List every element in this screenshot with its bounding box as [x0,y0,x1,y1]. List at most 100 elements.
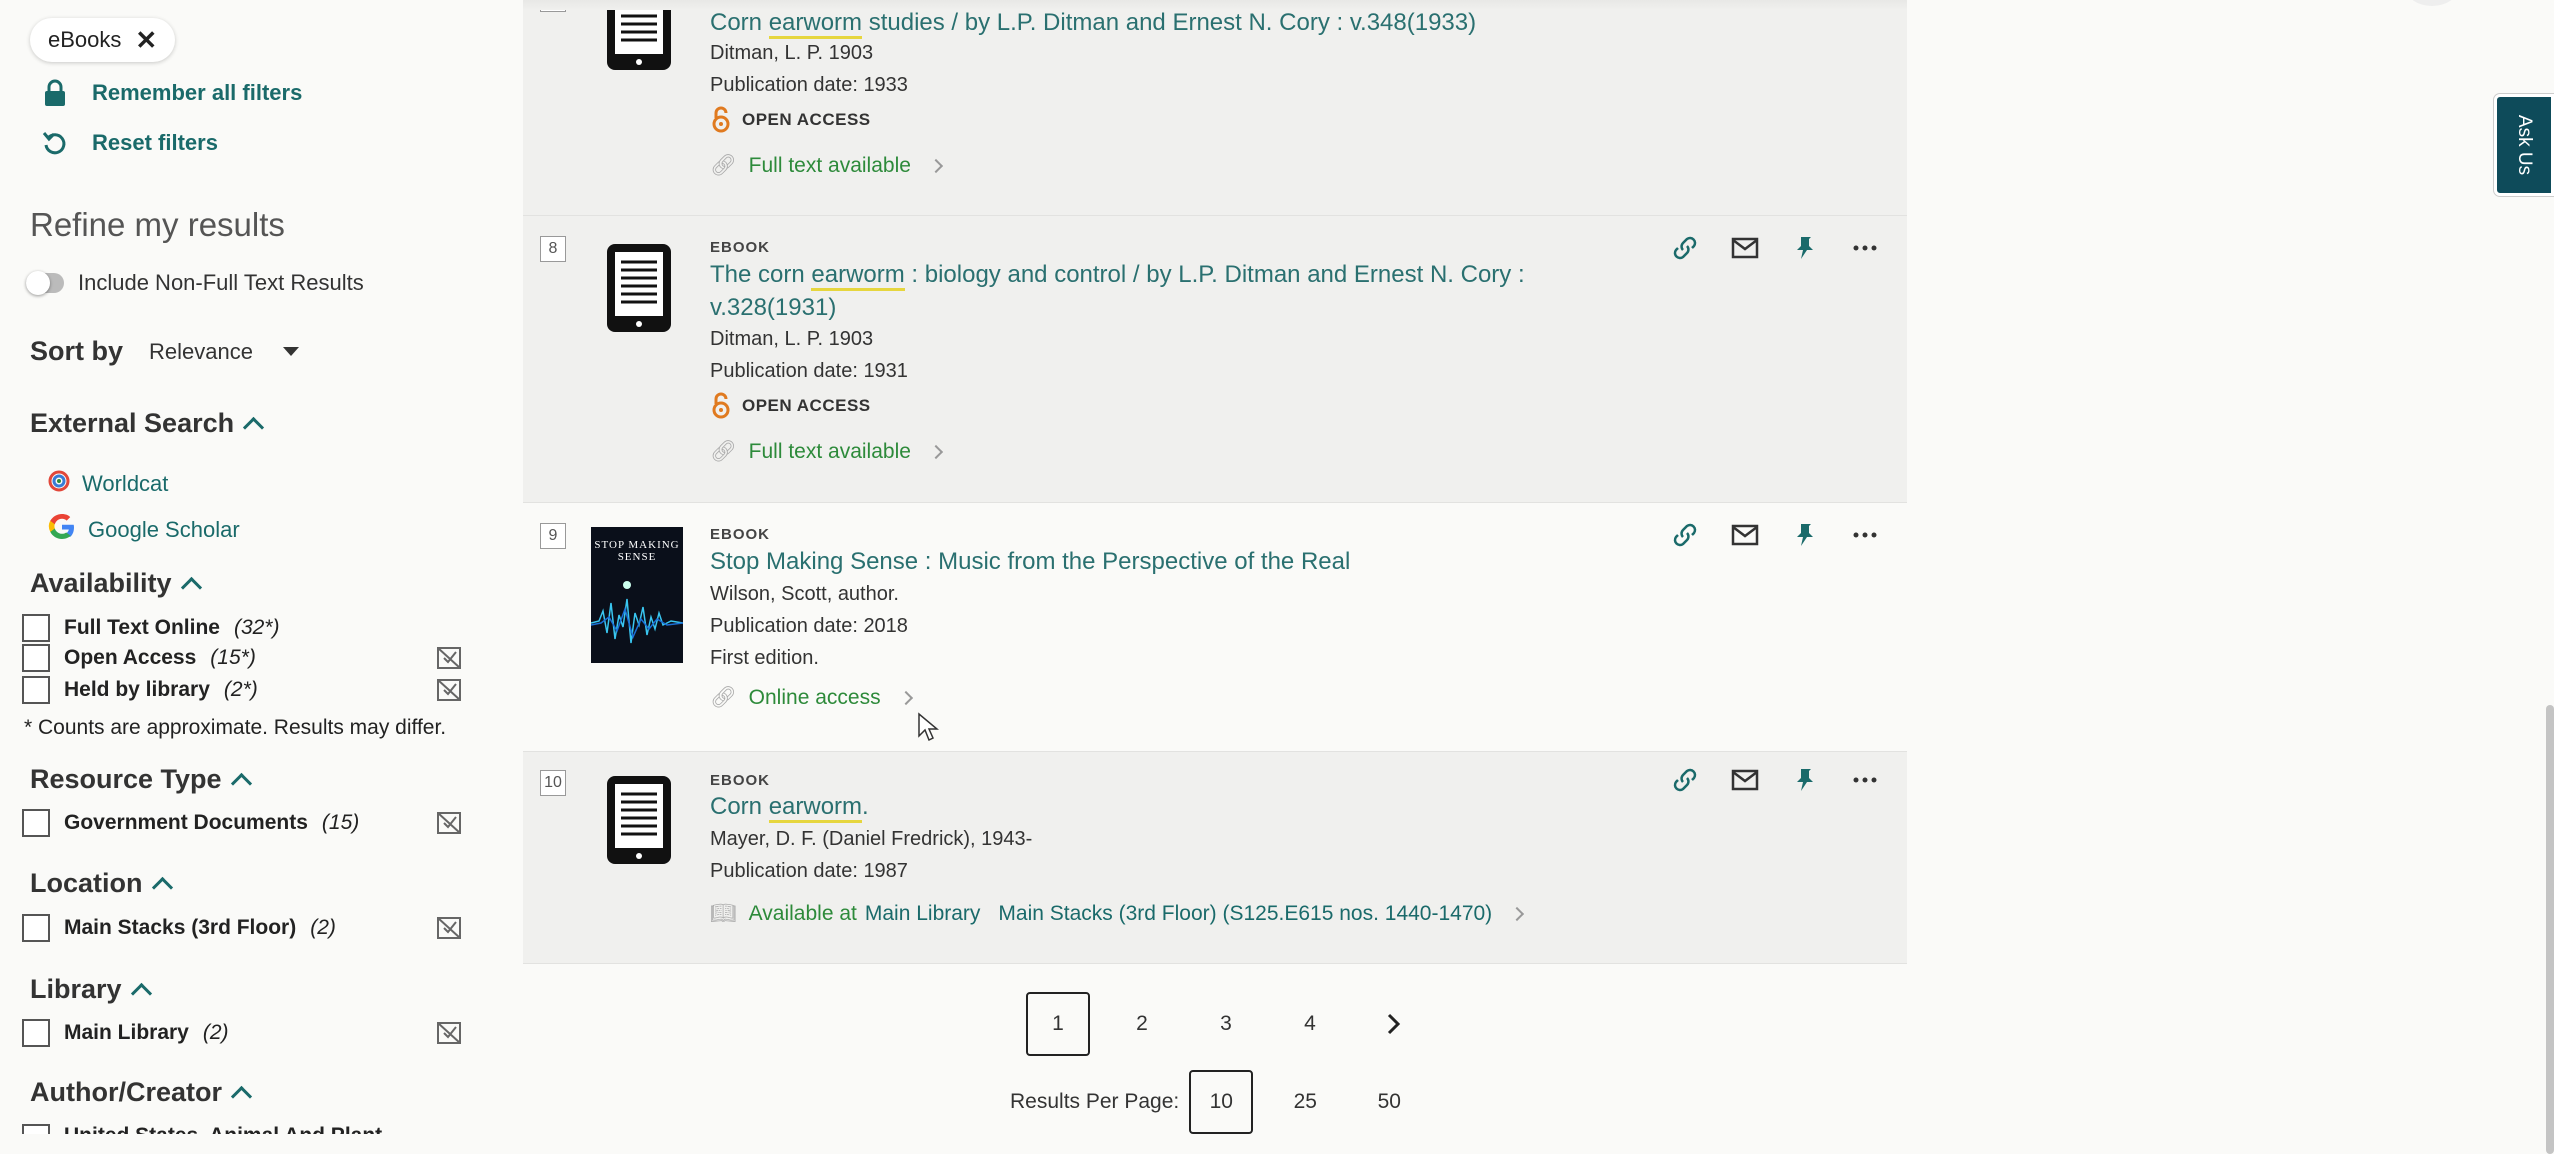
reset-icon [40,128,70,158]
permalink-icon[interactable] [1671,234,1699,262]
chevron-up-icon [243,416,265,439]
worldcat-icon [46,468,72,500]
worldcat-link[interactable]: Worldcat [46,468,168,500]
chevron-up-icon [151,876,173,899]
page-4-button[interactable]: 4 [1278,992,1342,1056]
availability-link[interactable]: 📖︎ Available at Main Library Main Stacks… [710,902,1525,926]
page-1-button[interactable]: 1 [1026,992,1090,1056]
pin-icon[interactable] [1791,234,1819,262]
email-icon[interactable] [1731,766,1759,794]
checkbox[interactable] [22,676,50,704]
ask-us-label: Ask Us [2514,114,2535,176]
per-page-50-button[interactable]: 50 [1357,1070,1421,1134]
result-actions [1671,234,1879,262]
lock-icon [40,78,70,108]
facet-full-text-online[interactable]: Full Text Online (32*) [22,614,462,642]
result-card[interactable]: 10 EBOOK Corn earworm. Mayer, D. F. (Dan… [523,752,1907,964]
avatar-partial [2406,0,2458,6]
ebook-icon [607,244,671,332]
library-title: Library [30,974,122,1004]
result-card[interactable]: 9 STOP MAKING SENSE EBOOK Stop Making Se… [523,503,1907,752]
result-author: Wilson, Scott, author. [710,583,899,605]
refine-title: Refine my results [30,206,285,243]
checkbox[interactable] [22,809,50,837]
location-header[interactable]: Location [30,868,173,899]
result-type: EBOOK [710,239,771,256]
next-page-chevron-icon[interactable] [1362,992,1426,1056]
permalink-icon[interactable] [1671,766,1699,794]
result-card[interactable]: Corn earworm studies / by L.P. Ditman an… [523,0,1907,216]
facet-open-access[interactable]: Open Access (15*) [22,644,462,672]
close-icon[interactable]: ✕ [135,25,157,56]
pin-icon[interactable] [1791,521,1819,549]
facet-count: (2) [310,916,336,939]
open-access-badge: OPEN ACCESS [710,392,871,420]
facet-count: (2*) [223,678,258,701]
remember-filters-button[interactable]: Remember all filters [40,78,302,108]
chevron-right-icon [898,690,913,706]
checkbox[interactable] [22,1124,50,1134]
result-author: Ditman, L. P. 1903 [710,42,874,64]
full-text-link[interactable]: 🔗︎ Full text available [710,154,943,178]
result-number: 9 [540,523,566,549]
page-3-button[interactable]: 3 [1194,992,1258,1056]
result-title[interactable]: Corn earworm. [710,790,1610,823]
results-per-page: Results Per Page: 10 25 50 [1010,1070,1421,1134]
email-icon[interactable] [1731,521,1759,549]
exclude-icon[interactable] [436,1021,462,1045]
facet-author-partial[interactable]: United States. Animal And Plant [22,1124,462,1134]
more-options-icon[interactable] [1851,766,1879,794]
facet-main-stacks[interactable]: Main Stacks (3rd Floor) (2) [22,914,462,942]
per-page-25-button[interactable]: 25 [1273,1070,1337,1134]
result-title[interactable]: Corn earworm studies / by L.P. Ditman an… [710,6,1610,39]
result-type: EBOOK [710,772,771,789]
per-page-10-button[interactable]: 10 [1189,1070,1254,1134]
author-header[interactable]: Author/Creator [30,1077,253,1108]
more-options-icon[interactable] [1851,234,1879,262]
checkbox[interactable] [22,644,50,672]
result-card[interactable]: 8 EBOOK The corn earworm : biology and c… [523,216,1907,503]
external-search-header[interactable]: External Search [30,408,265,439]
checkbox[interactable] [22,614,50,642]
reset-filters-button[interactable]: Reset filters [40,128,218,158]
reset-filters-label: Reset filters [92,130,218,155]
exclude-icon[interactable] [436,811,462,835]
checkbox[interactable] [22,1019,50,1047]
chevron-right-icon [928,444,943,460]
active-filter-chip[interactable]: eBooks ✕ [30,18,176,62]
permalink-icon[interactable] [1671,521,1699,549]
result-title[interactable]: Stop Making Sense : Music from the Persp… [710,545,1610,578]
page-2-button[interactable]: 2 [1110,992,1174,1056]
checkbox[interactable] [22,914,50,942]
sort-select[interactable]: Relevance [149,339,253,365]
link-icon: 🔗︎ [710,440,737,463]
library-header[interactable]: Library [30,974,152,1005]
pin-icon[interactable] [1791,766,1819,794]
include-non-full-text-toggle[interactable] [26,271,64,295]
resource-type-header[interactable]: Resource Type [30,764,252,795]
full-text-link[interactable]: 🔗︎ Full text available [710,440,943,464]
result-author: Ditman, L. P. 1903 [710,328,874,350]
result-pubdate: Publication date: 1987 [710,860,908,882]
exclude-icon[interactable] [436,916,462,940]
include-non-full-text-toggle-row[interactable]: Include Non-Full Text Results [26,270,364,296]
ask-us-button[interactable]: Ask Us [2494,94,2554,196]
result-title[interactable]: The corn earworm : biology and control /… [710,258,1610,324]
availability-header[interactable]: Availability [30,568,202,599]
scrollbar[interactable] [2546,705,2554,1154]
facet-main-library[interactable]: Main Library (2) [22,1019,462,1047]
exclude-icon[interactable] [436,646,462,670]
mouse-cursor-icon [918,712,939,742]
book-cover-image[interactable]: STOP MAKING SENSE [591,527,683,663]
sort-label: Sort by [30,336,124,366]
more-options-icon[interactable] [1851,521,1879,549]
facet-government-documents[interactable]: Government Documents (15) [22,809,462,837]
email-icon[interactable] [1731,234,1759,262]
exclude-icon[interactable] [436,678,462,702]
facet-held-by-library[interactable]: Held by library (2*) [22,676,462,704]
google-scholar-link[interactable]: Google Scholar [46,511,240,549]
online-access-link[interactable]: 🔗︎ Online access [710,686,913,710]
chevron-down-icon[interactable] [282,347,299,356]
result-edition: First edition. [710,647,819,669]
cover-title: STOP MAKING SENSE [594,539,680,563]
